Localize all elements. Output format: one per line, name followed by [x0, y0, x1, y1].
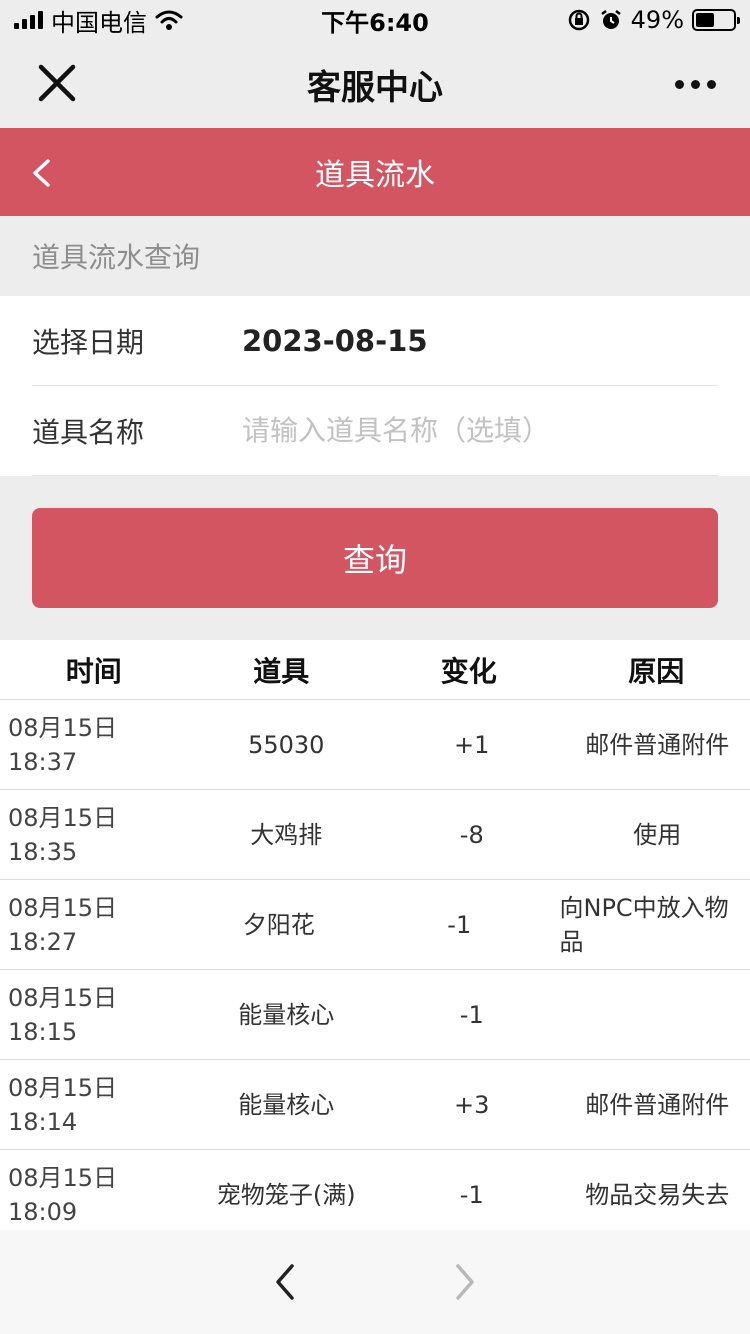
row-item: 宠物笼子(满): [216, 1180, 356, 1209]
table-row: 08月15日 18:15 能量核心 -1: [0, 970, 750, 1060]
carrier-label: 中国电信: [51, 8, 147, 37]
row-reason: 物品交易失去: [585, 1180, 730, 1209]
prev-page-icon[interactable]: [270, 1262, 300, 1302]
header-time: 时间: [65, 654, 122, 688]
header-reason: 原因: [628, 654, 685, 688]
nav-title: 客服中心: [307, 67, 443, 108]
item-name-input[interactable]: [242, 414, 712, 447]
row-time: 08月15日 18:27: [8, 893, 118, 956]
row-reason: 使用: [633, 820, 682, 849]
table-row: 08月15日 18:27 夕阳花 -1 向NPC中放入物品: [0, 880, 750, 970]
row-item: 能量核心: [238, 1000, 335, 1029]
row-item: 能量核心: [238, 1090, 335, 1119]
row-time: 08月15日 18:15: [8, 983, 118, 1046]
row-change: -1: [459, 1000, 484, 1029]
row-change: -1: [447, 910, 472, 939]
page-title: 道具流水: [315, 158, 435, 193]
next-page-icon[interactable]: [450, 1262, 480, 1302]
alarm-icon: [600, 10, 621, 29]
table-header: 时间 道具 变化 原因: [0, 640, 750, 700]
battery-icon: [692, 9, 740, 31]
table-row: 08月15日 18:09 宠物笼子(满) -1 物品交易失去: [0, 1150, 750, 1240]
page-header: 道具流水: [0, 128, 750, 216]
pager: [0, 1230, 750, 1334]
close-icon[interactable]: [36, 62, 78, 104]
row-time: 08月15日 18:09: [8, 1163, 118, 1226]
query-form: 选择日期 2023-08-15 道具名称: [0, 296, 750, 476]
row-time: 08月15日 18:14: [8, 1073, 118, 1136]
table-row: 08月15日 18:37 55030 +1 邮件普通附件: [0, 700, 750, 790]
item-name-row: 道具名称: [32, 386, 718, 476]
signal-icon: [14, 11, 43, 29]
date-label: 选择日期: [32, 325, 145, 359]
table-row: 08月15日 18:35 大鸡排 -8 使用: [0, 790, 750, 880]
row-change: -8: [459, 820, 484, 849]
wifi-icon: [155, 10, 183, 30]
header-change: 变化: [440, 654, 497, 688]
row-reason: 向NPC中放入物品: [559, 893, 729, 956]
query-area: 查询: [0, 476, 750, 640]
back-icon[interactable]: [28, 158, 56, 188]
row-time: 08月15日 18:35: [8, 803, 118, 866]
row-item: 大鸡排: [250, 820, 323, 849]
query-button[interactable]: 查询: [32, 508, 718, 608]
item-name-label: 道具名称: [32, 415, 145, 449]
item-log-table: 时间 道具 变化 原因 08月15日 18:37 55030 +1 邮件普通附件 …: [0, 640, 750, 1240]
header-item: 道具: [253, 654, 310, 688]
status-right: 49%: [567, 6, 740, 34]
section-title: 道具流水查询: [0, 216, 750, 296]
status-left: 中国电信: [14, 3, 183, 38]
table-row: 08月15日 18:14 能量核心 +3 邮件普通附件: [0, 1060, 750, 1150]
row-change: +3: [454, 1090, 490, 1119]
status-bar: 中国电信 下午6:40 49%: [0, 0, 750, 40]
row-change: +1: [454, 730, 490, 759]
nav-bar: 客服中心: [0, 40, 750, 128]
row-item: 夕阳花: [242, 910, 315, 939]
date-row[interactable]: 选择日期 2023-08-15: [32, 296, 718, 386]
date-value[interactable]: 2023-08-15: [242, 324, 428, 358]
row-time: 08月15日 18:37: [8, 713, 118, 776]
row-reason: 邮件普通附件: [585, 730, 730, 759]
more-icon[interactable]: [670, 72, 720, 96]
row-item: 55030: [248, 730, 325, 759]
battery-percent: 49%: [630, 6, 684, 34]
battery-fill: [696, 13, 714, 27]
row-reason: 邮件普通附件: [585, 1090, 730, 1119]
rotation-lock-icon: [568, 9, 589, 31]
row-change: -1: [459, 1180, 484, 1209]
